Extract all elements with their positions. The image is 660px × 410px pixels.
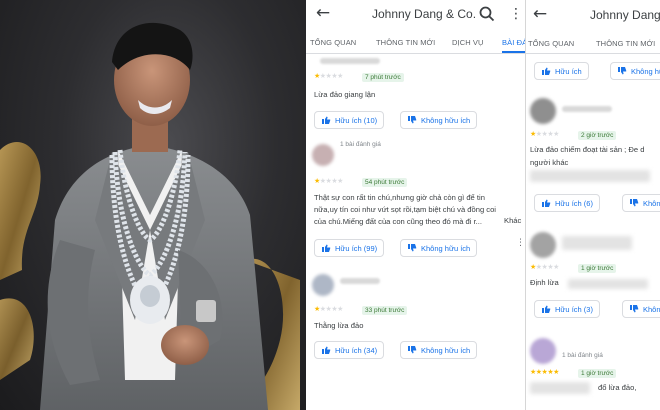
more-vert-icon[interactable]: ⋮ [516,238,525,248]
not-helpful-label: Không hữu ích [421,115,471,125]
review-time: 2 giờ trước [578,131,617,140]
helpful-label: Hữu ích (10) [335,115,378,125]
thumb-up-icon [322,244,331,252]
review-text: Định lừa [530,278,559,287]
portrait-photo [0,0,306,410]
not-helpful-label: Khôn [643,198,660,208]
not-helpful-button[interactable]: Không hữu ích [400,111,478,129]
author-name-redacted [340,278,380,284]
star-rating: ★★★★★ [314,177,343,185]
more-vert-icon[interactable]: ⋮ [509,5,523,23]
portrait-illustration [0,22,300,410]
redacted-text [530,170,650,182]
not-helpful-button[interactable]: Không hữu ích [400,239,478,257]
helpful-button[interactable]: Hữu ích [534,62,589,80]
tab-services[interactable]: DỊCH VỤ [452,38,484,47]
thumb-up-icon [542,305,551,313]
thumb-down-icon [630,305,639,313]
thumb-up-icon [542,67,551,75]
star-rating: ★★★★★ [314,72,343,80]
review-text: Lừa đảo giang lận [314,90,376,99]
tab-overview[interactable]: TỔNG QUAN [310,38,356,47]
not-helpful-label: Không hữ [631,66,660,76]
thumb-up-icon [542,199,551,207]
helpful-button[interactable]: Hữu ích (10) [314,111,385,129]
review-time: 1 giờ trước [578,369,617,378]
review-text: Thằng lừa đảo [314,321,364,330]
avatar [312,144,334,166]
review-count: 1 bài đánh giá [340,141,381,148]
author-name-redacted [320,58,380,64]
not-helpful-button[interactable]: Khôn [622,300,660,318]
search-icon[interactable] [478,5,496,23]
thumb-down-icon [408,346,417,354]
review-time: 1 giờ trước [578,264,617,273]
tab-bar: TỔNG QUAN THÔNG TIN MỚI [526,34,660,54]
review-count: 1 bài đánh giá [562,352,603,359]
helpful-label: Hữu ích [555,66,582,76]
not-helpful-button[interactable]: Không hữu ích [400,341,478,359]
thumb-down-icon [618,67,627,75]
tab-reviews[interactable]: BÀI ĐÁNH [502,38,525,47]
not-helpful-label: Không hữu ích [421,243,471,253]
tab-updates[interactable]: THÔNG TIN MỚI [376,38,435,47]
helpful-button[interactable]: Hữu ích (34) [314,341,385,359]
back-arrow-icon[interactable]: ← [310,3,336,23]
star-rating: ★★★★★ [530,368,559,376]
thumb-down-icon [408,244,417,252]
review-text-line: của chú.Miếng đất của con cũng theo đó m… [314,217,483,226]
star-rating: ★★★★★ [314,305,343,313]
not-helpful-button[interactable]: Không hữ [610,62,660,80]
avatar [312,274,334,296]
review-text-line: người khác [530,158,569,167]
review-time: 54 phút trước [362,178,408,187]
thumb-down-icon [630,199,639,207]
avatar [530,98,556,124]
thumb-down-icon [408,116,417,124]
review-screen-right: ← Johnny Dang TỔNG QUAN THÔNG TIN MỚI Hữ… [526,0,660,410]
tab-overview[interactable]: TỔNG QUAN [528,39,574,48]
thumb-up-icon [322,116,331,124]
tab-bar: TỔNG QUAN THÔNG TIN MỚI DỊCH VỤ BÀI ĐÁNH [306,32,525,54]
helpful-label: Hữu ích (99) [335,243,378,253]
back-arrow-icon[interactable]: ← [527,4,553,24]
not-helpful-label: Không hữu ích [421,345,471,355]
app-bar: ← Johnny Dang [526,0,660,30]
helpful-label: Hữu ích (3) [555,304,593,314]
star-rating: ★★★★★ [530,130,559,138]
helpful-button[interactable]: Hữu ích (6) [534,194,600,212]
thumb-up-icon [322,346,331,354]
review-screen-left: ← Johnny Dang & Co. ⋮ TỔNG QUAN THÔNG TI… [306,0,526,410]
redacted-text [568,279,648,289]
helpful-button[interactable]: Hữu ích (3) [534,300,600,318]
review-text-line: nữa,uy tín coi như vứt sọt rồi,tạm biệt … [314,205,496,214]
app-bar: ← Johnny Dang & Co. ⋮ [306,0,525,30]
review-text-line: Thật sự con rất tin chú,nhưng giờ chả cò… [314,193,485,202]
review-text: đổ lừa đảo, [598,383,637,392]
helpful-button[interactable]: Hữu ích (99) [314,239,385,257]
avatar [530,338,556,364]
avatar [530,232,556,258]
read-more-link[interactable]: Khác [504,216,521,225]
review-time: 7 phút trước [362,73,404,82]
redacted-text [530,382,590,394]
active-tab-indicator [502,51,525,53]
helpful-label: Hữu ích (6) [555,198,593,208]
helpful-label: Hữu ích (34) [335,345,378,355]
author-name-redacted [562,106,612,112]
review-text-line: Lừa đảo chiếm đoạt tài sản ; Đe d [530,145,645,154]
business-title: Johnny Dang [590,8,660,22]
not-helpful-button[interactable]: Khôn [622,194,660,212]
not-helpful-label: Khôn [643,304,660,314]
business-title: Johnny Dang & Co. [372,7,477,21]
tab-updates[interactable]: THÔNG TIN MỚI [596,39,655,48]
star-rating: ★★★★★ [530,263,559,271]
author-name-redacted [562,236,632,250]
review-time: 33 phút trước [362,306,408,315]
